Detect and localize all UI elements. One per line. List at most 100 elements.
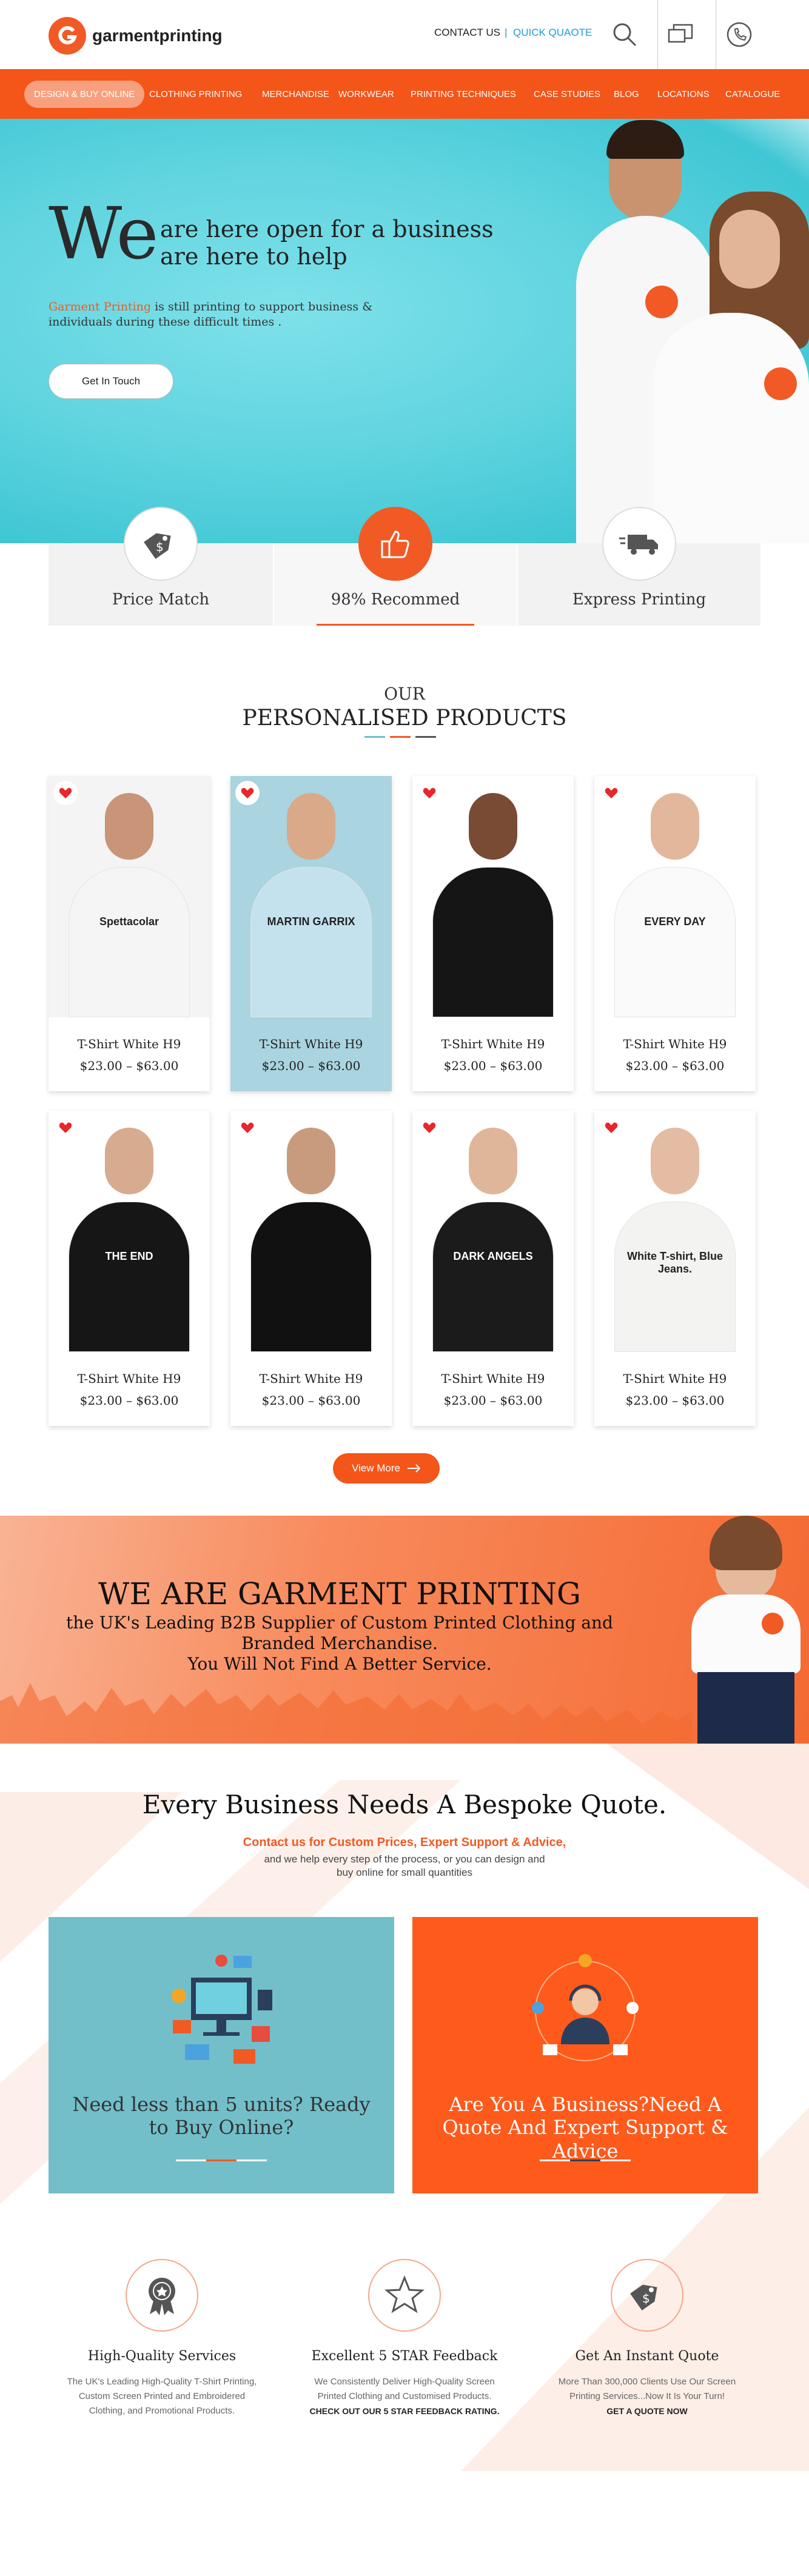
product-name[interactable]: T-Shirt White H9 [594, 1371, 756, 1386]
star-icon [384, 2275, 425, 2313]
get-quote-link[interactable]: GET A QUOTE NOW [526, 2406, 768, 2416]
product-card[interactable]: THE END T-Shirt White H9 $23.00 – $63.00 [49, 1111, 210, 1426]
nav-item-locations[interactable]: LOCATIONS [657, 69, 710, 119]
product-name[interactable]: T-Shirt White H9 [594, 1037, 756, 1051]
business-quote-card[interactable]: Are You A Business?Need A Quote And Expe… [412, 1917, 758, 2193]
service-feedback: Excellent 5 STAR Feedback We Consistentl… [283, 2259, 526, 2416]
service-icon-circle [368, 2259, 441, 2332]
service-description: More Than 300,000 Clients Use Our Screen… [558, 2377, 736, 2401]
banner-title: WE ARE GARMENT PRINTING [98, 1576, 581, 1611]
product-card[interactable]: DARK ANGELS T-Shirt White H9 $23.00 – $63.… [412, 1111, 574, 1426]
product-name[interactable]: T-Shirt White H9 [412, 1371, 574, 1386]
service-instant-quote: $ Get An Instant Quote More Than 300,000… [526, 2259, 768, 2416]
award-badge-icon [149, 2278, 175, 2315]
get-in-touch-button[interactable]: Get In Touch [49, 364, 173, 399]
quick-quote-link[interactable]: QUICK QUAOTE [513, 27, 592, 39]
view-more-button[interactable]: View More [333, 1453, 440, 1484]
wishlist-button[interactable] [235, 781, 260, 805]
title-decor-bars [364, 736, 436, 738]
feature-express-printing: Express Printing [518, 507, 760, 626]
feature-icon-circle [358, 507, 432, 581]
service-title: Excellent 5 STAR Feedback [311, 2349, 498, 2364]
product-card[interactable]: MARTIN GARRIX T-Shirt White H9 $23.00 – $6… [230, 776, 392, 1091]
product-image[interactable]: THE END [49, 1111, 210, 1352]
nav-item-printing-techniques[interactable]: PRINTING TECHNIQUES [411, 69, 516, 119]
nav-item-merchandise[interactable]: MERCHANDISE [262, 69, 329, 119]
product-name[interactable]: T-Shirt White H9 [412, 1037, 574, 1051]
service-title: High-Quality Services [87, 2349, 237, 2364]
wishlist-button[interactable] [599, 1116, 623, 1140]
feedback-rating-link[interactable]: CHECK OUT OUR 5 STAR FEEDBACK RATING. [283, 2406, 526, 2416]
heart-icon [59, 788, 72, 798]
product-price: $23.00 – $63.00 [79, 1059, 179, 1073]
product-image[interactable]: White T-shirt, Blue Jeans. [594, 1111, 756, 1352]
banner-line-2: Branded Merchandise. [241, 1633, 438, 1653]
service-title: Get An Instant Quote [575, 2349, 719, 2364]
product-card[interactable]: T-Shirt White H9 $23.00 – $63.00 [412, 776, 574, 1091]
quote-chat-button[interactable] [657, 0, 703, 69]
product-card[interactable]: Spettacolar T-Shirt White H9 $23.00 – $63.… [49, 776, 210, 1091]
card-decor-line [540, 2159, 631, 2161]
logo-text: garmentprinting [92, 26, 223, 45]
wishlist-button[interactable] [417, 1116, 441, 1140]
heart-icon [423, 1122, 436, 1133]
wishlist-button[interactable] [417, 781, 441, 805]
quote-title: Every Business Needs A Bespoke Quote. [142, 1790, 667, 1819]
service-icon-circle: $ [611, 2259, 683, 2332]
feature-icon-circle [602, 507, 676, 581]
contact-us-link[interactable]: CONTACT US [434, 27, 500, 39]
feature-price-match: $ Price Match [49, 507, 273, 626]
product-print-text: White T-shirt, Blue Jeans. [626, 1250, 723, 1275]
product-image[interactable]: Spettacolar [49, 776, 210, 1017]
nav-item-catalogue[interactable]: CATALOGUE [725, 69, 780, 119]
nav-item-clothing-printing[interactable]: CLOTHING PRINTING [149, 69, 242, 119]
wishlist-button[interactable] [53, 781, 78, 805]
product-image[interactable] [412, 776, 574, 1017]
product-card[interactable]: EVERY DAY T-Shirt White H9 $23.00 – $63.00 [594, 776, 756, 1091]
logo-badge-icon [764, 367, 797, 400]
service-high-quality: High-Quality Services The UK's Leading H… [41, 2259, 283, 2418]
product-name[interactable]: T-Shirt White H9 [49, 1371, 210, 1386]
wishlist-button[interactable] [235, 1116, 260, 1140]
product-image[interactable]: MARTIN GARRIX [230, 776, 392, 1017]
product-card[interactable]: T-Shirt White H9 $23.00 – $63.00 [230, 1111, 392, 1426]
brand-banner: WE ARE GARMENT PRINTING the UK's Leading… [0, 1516, 809, 1744]
product-price: $23.00 – $63.00 [261, 1059, 361, 1073]
product-name[interactable]: T-Shirt White H9 [49, 1037, 210, 1051]
nav-item-case-studies[interactable]: CASE STUDIES [534, 69, 600, 119]
product-print-text: THE END [105, 1250, 153, 1262]
feature-active-underline [317, 624, 474, 626]
price-tag-icon: $ [630, 2284, 657, 2310]
product-card[interactable]: White T-shirt, Blue Jeans. T-Shirt White … [594, 1111, 756, 1426]
nav-item-workwear[interactable]: WORKWEAR [338, 69, 394, 119]
wishlist-button[interactable] [53, 1116, 78, 1140]
site-logo[interactable]: garmentprinting [49, 17, 223, 55]
product-name[interactable]: T-Shirt White H9 [230, 1371, 392, 1386]
product-image[interactable]: DARK ANGELS [412, 1111, 574, 1352]
service-description: The UK's Leading High-Quality T-Shirt Pr… [67, 2377, 257, 2416]
nav-item-blog[interactable]: BLOG [614, 69, 639, 119]
hero-brand-name: Garment Printing [49, 300, 152, 313]
buy-online-card[interactable]: Need less than 5 units? Ready to Buy Onl… [49, 1917, 394, 2193]
buy-online-text: Need less than 5 units? Ready to Buy Onl… [72, 2093, 371, 2139]
site-header: garmentprinting CONTACT US | QUICK QUAOT… [0, 0, 809, 69]
call-button[interactable] [716, 0, 762, 69]
arrow-right-icon [408, 1464, 421, 1473]
service-description: We Consistently Deliver High-Quality Scr… [314, 2377, 495, 2401]
search-button[interactable] [602, 0, 648, 69]
heart-icon [241, 788, 254, 798]
wishlist-button[interactable] [599, 781, 623, 805]
logo-badge-icon [645, 286, 678, 318]
product-name[interactable]: T-Shirt White H9 [230, 1037, 392, 1051]
product-image[interactable]: EVERY DAY [594, 776, 756, 1017]
hero-line-1: are here open for a business [160, 216, 494, 243]
feature-label: Price Match [112, 590, 210, 609]
nav-item-design-buy-online[interactable]: DESIGN & BUY ONLINE [24, 69, 145, 119]
main-nav: DESIGN & BUY ONLINE CLOTHING PRINTING ME… [0, 69, 809, 119]
product-image[interactable] [230, 1111, 392, 1352]
svg-text:$: $ [156, 540, 164, 554]
product-print-text: DARK ANGELS [453, 1250, 533, 1262]
feature-icon-circle: $ [124, 507, 198, 581]
heart-icon [423, 788, 436, 798]
view-more-label: View More [352, 1462, 400, 1474]
